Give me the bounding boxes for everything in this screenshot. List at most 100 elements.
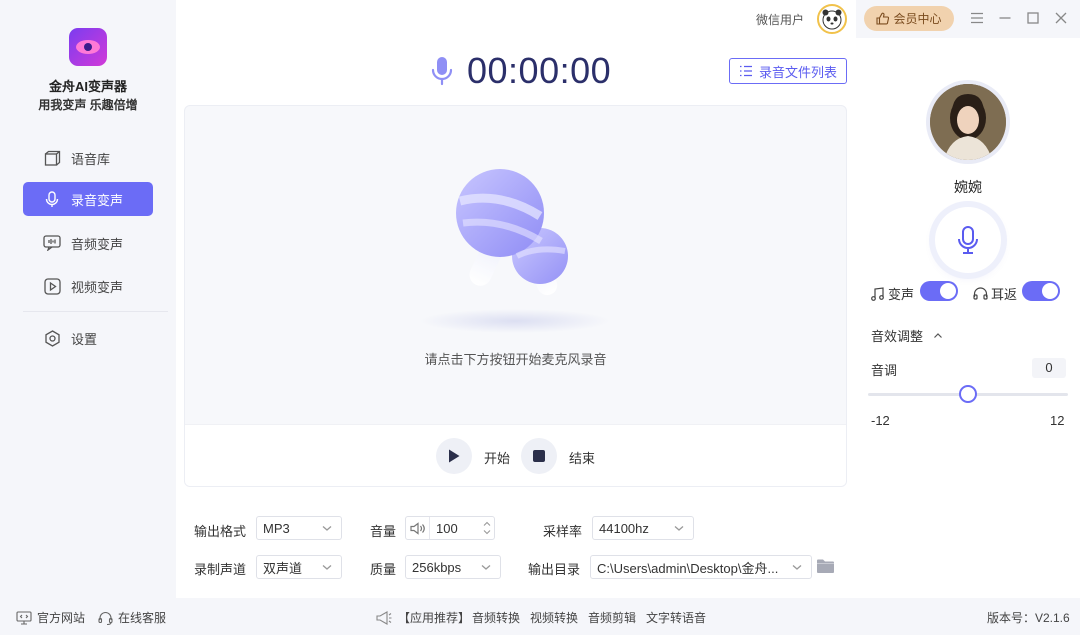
pitch-min: -12 (871, 413, 890, 428)
chevron-down-icon (322, 526, 332, 531)
music-note-icon (871, 286, 884, 301)
app-name: 金舟AI变声器 (48, 79, 127, 94)
text-to-speech-link[interactable]: 文字转语音 (646, 609, 706, 626)
microphone-icon (43, 190, 61, 208)
monitor-icon (16, 610, 32, 625)
sidebar-divider (23, 311, 168, 312)
sidebar-item-audio-voice-change[interactable]: 音频变声 (23, 226, 153, 260)
fx-title: 音效调整 (871, 329, 924, 344)
sidebar-item-label: 语音库 (71, 151, 111, 167)
folder-icon[interactable] (816, 558, 835, 577)
footer: 官方网站 在线客服 【应用推荐】 音频转换 视频转换 音频剪辑 文字转语音 版本… (0, 598, 1080, 635)
user-avatar[interactable] (817, 4, 847, 34)
play-icon (449, 449, 460, 463)
microphone-icon (958, 226, 978, 254)
record-controls: 开始 结束 (185, 424, 846, 486)
channel-label: 录制声道 (194, 562, 247, 577)
monitor-text: 耳返 (991, 287, 1018, 302)
chevron-down-icon (674, 526, 684, 531)
recording-list-button[interactable]: 录音文件列表 (729, 58, 847, 84)
sample-rate-select[interactable]: 44100hz (592, 516, 694, 540)
voice-change-text: 变声 (888, 287, 915, 302)
quality-select[interactable]: 256kbps (405, 555, 501, 579)
pitch-value[interactable]: 0 (1032, 358, 1066, 378)
video-convert-link[interactable]: 视频转换 (530, 609, 578, 626)
recommend-label: 【应用推荐】 (398, 611, 471, 625)
megaphone-icon (376, 610, 392, 625)
sidebar-item-settings[interactable]: 设置 (23, 321, 153, 355)
vip-center-button[interactable]: 会员中心 (864, 6, 954, 31)
app-slogan: 用我变声 乐趣倍增 (38, 98, 138, 112)
monitor-toggle[interactable] (1022, 281, 1060, 301)
record-panel: 请点击下方按钮开始麦克风录音 开始 结束 (184, 105, 847, 487)
voice-change-label: 变声 (871, 284, 914, 303)
online-support-link[interactable]: 在线客服 (98, 609, 166, 626)
fx-section-header[interactable]: 音效调整 (871, 326, 943, 345)
chevron-down-icon (481, 565, 491, 570)
avatar (930, 84, 1006, 160)
chevron-down-icon (792, 565, 802, 570)
minimize-icon[interactable] (997, 10, 1013, 26)
volume-value: 100 (436, 520, 458, 536)
monitor-label: 耳返 (973, 284, 1017, 303)
sidebar-item-label: 设置 (71, 331, 98, 347)
sidebar-item-record-voice-change[interactable]: 录音变声 (23, 182, 153, 216)
voice-name: 婉婉 (954, 179, 982, 195)
mic-test-button[interactable] (935, 207, 1001, 273)
sidebar-item-voice-library[interactable]: 语音库 (23, 141, 153, 175)
official-website-link[interactable]: 官方网站 (16, 609, 85, 626)
support-label: 在线客服 (118, 611, 167, 625)
pitch-label: 音调 (871, 363, 898, 378)
stop-label: 结束 (569, 451, 596, 466)
version-label: 版本号：V2.1.6 (987, 611, 1070, 625)
sidebar-item-label: 视频变声 (71, 279, 124, 295)
format-label: 输出格式 (194, 524, 247, 539)
user-name[interactable]: 微信用户 (756, 11, 804, 28)
audio-convert-link[interactable]: 音频转换 (472, 609, 520, 626)
menu-icon[interactable] (969, 10, 985, 26)
waveform-icon (43, 234, 61, 252)
voice-change-toggle[interactable] (920, 281, 958, 301)
sidebar-item-label: 音频变声 (71, 236, 124, 252)
website-label: 官方网站 (37, 611, 86, 625)
output-dir-value: C:\Users\admin\Desktop\金舟... (597, 560, 779, 576)
play-icon (43, 277, 61, 295)
timer-text: 00:00:00 (467, 50, 612, 91)
quality-label: 质量 (370, 562, 397, 577)
app-logo (69, 28, 107, 66)
channel-select[interactable]: 双声道 (256, 555, 342, 579)
output-dir-select[interactable]: C:\Users\admin\Desktop\金舟... (590, 555, 812, 579)
quality-value: 256kbps (412, 559, 462, 575)
voice-panel: 婉婉 变声 耳返 音效调整 音调 0 -12 12 (856, 38, 1080, 598)
chevron-up-icon (933, 333, 942, 338)
close-icon[interactable] (1053, 10, 1069, 26)
vip-label: 会员中心 (893, 12, 942, 26)
chevron-down-icon (322, 565, 332, 570)
stop-button[interactable] (521, 438, 557, 474)
sidebar-item-label: 录音变声 (71, 192, 124, 208)
audio-edit-link[interactable]: 音频剪辑 (588, 609, 636, 626)
format-select[interactable]: MP3 (256, 516, 342, 540)
headset-icon (98, 611, 113, 625)
panda-icon (822, 9, 842, 30)
headphones-icon (973, 287, 988, 300)
pitch-slider-knob[interactable] (959, 385, 977, 403)
cube-icon (43, 149, 61, 167)
format-value: MP3 (263, 520, 290, 536)
sidebar-item-video-voice-change[interactable]: 视频变声 (23, 269, 153, 303)
volume-label: 音量 (370, 524, 397, 539)
voice-avatar[interactable] (926, 80, 1010, 164)
start-button[interactable] (436, 438, 472, 474)
thumbs-up-icon (876, 12, 890, 25)
microphone-illustration (420, 169, 610, 333)
maximize-icon[interactable] (1025, 10, 1041, 26)
stepper-arrows[interactable] (480, 520, 494, 536)
output-dir-label: 输出目录 (528, 562, 581, 577)
eye-icon (76, 40, 100, 54)
sample-rate-value: 44100hz (599, 520, 649, 536)
stop-icon (533, 450, 545, 462)
list-icon (739, 65, 752, 77)
sample-rate-label: 采样率 (543, 524, 583, 539)
volume-stepper[interactable]: 100 (405, 516, 495, 540)
recording-list-label: 录音文件列表 (758, 64, 837, 80)
